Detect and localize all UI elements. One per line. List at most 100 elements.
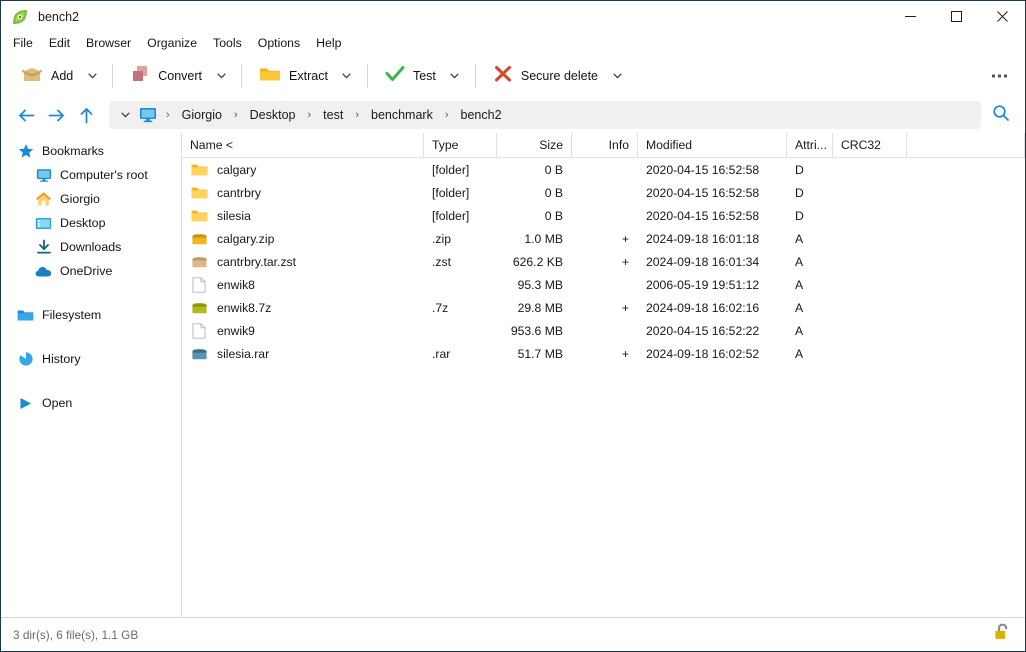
toolbar-overflow-button[interactable] <box>986 69 1013 84</box>
file-modified: 2024-09-18 16:02:16 <box>638 301 787 315</box>
file-name: cantrbry <box>217 186 261 200</box>
column-header-info[interactable]: Info <box>572 133 638 158</box>
sidebar-spacer <box>1 283 181 303</box>
close-button[interactable] <box>979 1 1025 32</box>
breadcrumb-item-benchmark[interactable]: benchmark <box>364 105 440 125</box>
back-button[interactable] <box>11 101 41 129</box>
test-dropdown-arrow[interactable] <box>444 60 466 92</box>
sidebar-spacer <box>1 327 181 347</box>
breadcrumb-separator: › <box>303 109 317 121</box>
breadcrumb-dropdown-icon[interactable] <box>115 103 135 127</box>
status-summary: 3 dir(s), 6 file(s), 1.1 GB <box>13 628 138 642</box>
sidebar: Bookmarks Computer's root <box>1 133 182 617</box>
toolbar-separator-2 <box>241 64 242 88</box>
file-name: calgary <box>217 163 256 177</box>
column-header-crc32[interactable]: CRC32 <box>833 133 907 158</box>
column-header-type[interactable]: Type <box>424 133 497 158</box>
file-attributes: D <box>787 209 833 223</box>
minimize-button[interactable] <box>887 1 933 32</box>
padlock-open-icon[interactable] <box>993 622 1011 647</box>
file-type: .zip <box>424 232 497 246</box>
table-row[interactable]: cantrbry.tar.zst .zst 626.2 KB + 2024-09… <box>182 250 1025 273</box>
sidebar-item-giorgio[interactable]: Giorgio <box>1 187 181 211</box>
archive-zip-icon <box>190 230 208 248</box>
extract-button[interactable]: Extract <box>251 60 336 92</box>
up-button[interactable] <box>71 101 101 129</box>
test-button[interactable]: Test <box>377 60 444 92</box>
toolbar-separator-4 <box>475 64 476 88</box>
secure-delete-dropdown-arrow[interactable] <box>606 60 628 92</box>
sidebar-item-bookmarks[interactable]: Bookmarks <box>1 139 181 163</box>
sidebar-item-open[interactable]: Open <box>1 391 181 415</box>
sidebar-item-downloads[interactable]: Downloads <box>1 235 181 259</box>
table-row[interactable]: enwik9 953.6 MB 2020-04-15 16:52:22 A <box>182 319 1025 342</box>
breadcrumb-item-giorgio[interactable]: Giorgio <box>175 105 229 125</box>
file-list: Name < Type Size Info Modified Attri... … <box>182 133 1025 617</box>
sidebar-label: Bookmarks <box>42 144 104 158</box>
file-size: 0 B <box>497 209 572 223</box>
menu-help[interactable]: Help <box>308 34 349 52</box>
green-check-icon <box>385 65 405 88</box>
file-attributes: A <box>787 278 833 292</box>
file-name: calgary.zip <box>217 232 274 246</box>
archive-rar-icon <box>190 345 208 363</box>
file-modified: 2020-04-15 16:52:58 <box>638 186 787 200</box>
extract-label: Extract <box>289 69 328 83</box>
extract-dropdown-arrow[interactable] <box>336 60 358 92</box>
table-row[interactable]: calgary [folder] 0 B 2020-04-15 16:52:58… <box>182 158 1025 181</box>
column-header-modified[interactable]: Modified <box>638 133 787 158</box>
forward-button[interactable] <box>41 101 71 129</box>
table-row[interactable]: enwik8 95.3 MB 2006-05-19 19:51:12 A <box>182 273 1025 296</box>
menu-edit[interactable]: Edit <box>41 34 78 52</box>
file-type: .zst <box>424 255 497 269</box>
computer-icon[interactable] <box>135 103 161 127</box>
column-header-size[interactable]: Size <box>497 133 572 158</box>
add-dropdown-arrow[interactable] <box>81 60 103 92</box>
file-size: 626.2 KB <box>497 255 572 269</box>
file-size: 0 B <box>497 186 572 200</box>
toolbar-group-extract: Extract <box>251 59 358 93</box>
menu-browser[interactable]: Browser <box>78 34 139 52</box>
file-attributes: A <box>787 324 833 338</box>
search-button[interactable] <box>985 101 1017 129</box>
table-row[interactable]: enwik8.7z .7z 29.8 MB + 2024-09-18 16:02… <box>182 296 1025 319</box>
folder-icon <box>190 207 208 225</box>
menu-tools[interactable]: Tools <box>205 34 250 52</box>
window-title: bench2 <box>38 10 79 24</box>
menu-organize[interactable]: Organize <box>139 34 205 52</box>
sidebar-item-filesystem[interactable]: Filesystem <box>1 303 181 327</box>
sidebar-item-onedrive[interactable]: OneDrive <box>1 259 181 283</box>
convert-squares-icon <box>130 64 150 89</box>
add-button[interactable]: Add <box>13 60 81 92</box>
folder-icon <box>259 65 281 88</box>
menu-file[interactable]: File <box>10 34 41 52</box>
file-name: enwik9 <box>217 324 255 338</box>
title-bar: bench2 <box>1 1 1025 32</box>
convert-button[interactable]: Convert <box>122 60 210 92</box>
sidebar-item-history[interactable]: History <box>1 347 181 371</box>
file-name: enwik8.7z <box>217 301 271 315</box>
table-row[interactable]: silesia [folder] 0 B 2020-04-15 16:52:58… <box>182 204 1025 227</box>
search-icon <box>992 104 1010 127</box>
box-icon <box>21 64 43 89</box>
sidebar-item-desktop[interactable]: Desktop <box>1 211 181 235</box>
menu-options[interactable]: Options <box>250 34 308 52</box>
table-row[interactable]: cantrbry [folder] 0 B 2020-04-15 16:52:5… <box>182 181 1025 204</box>
file-name: silesia <box>217 209 251 223</box>
toolbar-separator-3 <box>367 64 368 88</box>
column-header-attributes[interactable]: Attri... <box>787 133 833 158</box>
convert-dropdown-arrow[interactable] <box>210 60 232 92</box>
sidebar-label: History <box>42 352 81 366</box>
sidebar-spacer <box>1 371 181 391</box>
maximize-button[interactable] <box>933 1 979 32</box>
breadcrumb-item-test[interactable]: test <box>316 105 350 125</box>
table-row[interactable]: calgary.zip .zip 1.0 MB + 2024-09-18 16:… <box>182 227 1025 250</box>
sidebar-item-computers-root[interactable]: Computer's root <box>1 163 181 187</box>
column-header-name[interactable]: Name < <box>182 133 424 158</box>
breadcrumb-item-desktop[interactable]: Desktop <box>243 105 303 125</box>
secure-delete-button[interactable]: Secure delete <box>485 60 606 92</box>
breadcrumb-item-bench2[interactable]: bench2 <box>454 105 509 125</box>
table-row[interactable]: silesia.rar .rar 51.7 MB + 2024-09-18 16… <box>182 342 1025 365</box>
sidebar-label: OneDrive <box>60 264 112 278</box>
toolbar-group-add: Add <box>13 59 103 93</box>
